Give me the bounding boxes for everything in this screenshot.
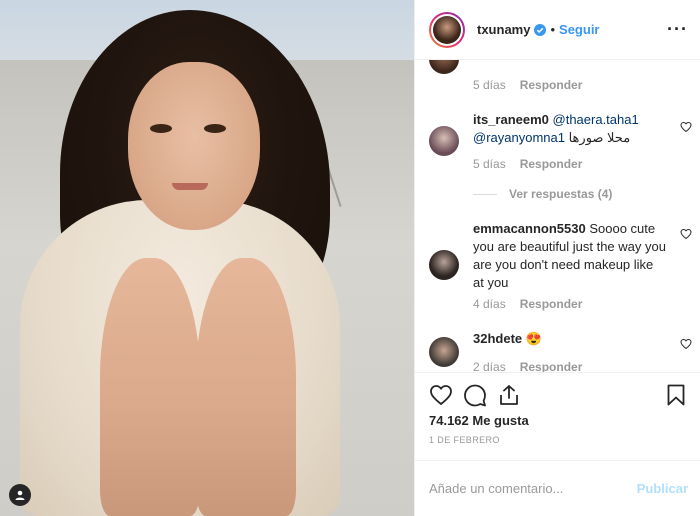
comment-username[interactable]: 32hdete <box>473 331 522 346</box>
author-username[interactable]: txunamy <box>477 22 530 37</box>
bookmark-icon[interactable] <box>664 383 688 407</box>
reply-button[interactable]: Responder <box>520 360 583 372</box>
comment-time: 4 días <box>473 297 506 311</box>
comment-like-heart-icon[interactable] <box>680 338 692 350</box>
header-separator: • <box>550 22 556 37</box>
comment-meta: 4 días Responder <box>473 297 582 311</box>
comment-body: 32hdete 😍 <box>473 330 667 348</box>
user-tag-icon[interactable] <box>9 484 31 506</box>
author-avatar[interactable] <box>429 11 465 48</box>
comment-icon[interactable] <box>463 383 487 407</box>
more-options-icon[interactable]: ··· <box>667 19 688 40</box>
comment-meta: 5 días Responder <box>473 157 582 171</box>
comment-avatar[interactable] <box>429 60 459 74</box>
comments-list[interactable]: 5 días Responder its_raneem0 @thaera.taha… <box>415 60 700 372</box>
reply-button[interactable]: Responder <box>520 157 583 171</box>
reply-button[interactable]: Responder <box>520 78 583 92</box>
photo-leg-left <box>100 258 200 516</box>
photo-eye-left <box>150 124 172 133</box>
comment-like-heart-icon[interactable] <box>680 228 692 240</box>
photo-leg-right <box>196 258 296 516</box>
replies-divider <box>473 193 497 195</box>
comment-username[interactable]: its_raneem0 <box>473 112 549 127</box>
photo-face <box>128 62 260 230</box>
post-side-panel: txunamy • Seguir ··· 5 días Responder its… <box>414 0 700 516</box>
post-header: txunamy • Seguir ··· <box>415 0 700 60</box>
comment-form: Publicar <box>415 460 700 516</box>
verified-badge-icon <box>534 23 547 36</box>
action-icons-row <box>429 383 688 407</box>
comment-time: 5 días <box>473 157 506 171</box>
comment-avatar[interactable] <box>429 337 459 367</box>
photo-mouth <box>172 183 208 190</box>
comment-avatar[interactable] <box>429 250 459 280</box>
comment-input[interactable] <box>429 481 637 496</box>
comment-mention[interactable]: @thaera.taha1 <box>553 112 639 127</box>
view-replies-button[interactable]: Ver respuestas (4) <box>473 187 612 201</box>
view-replies-label: Ver respuestas (4) <box>509 187 613 201</box>
comment-meta: 2 días Responder <box>473 360 582 372</box>
comment-time: 5 días <box>473 78 506 92</box>
comment-text: محلا صورها <box>568 130 631 145</box>
like-count[interactable]: 74.162 Me gusta <box>429 413 529 428</box>
comment-avatar[interactable] <box>429 126 459 156</box>
comment-meta: 5 días Responder <box>473 78 582 92</box>
post-photo[interactable] <box>0 0 414 516</box>
comment-time: 2 días <box>473 360 506 372</box>
comment-body: emmacannon5530 Soooo cute you are beauti… <box>473 220 667 292</box>
comment-like-heart-icon[interactable] <box>680 121 692 133</box>
heart-icon[interactable] <box>429 383 453 407</box>
share-icon[interactable] <box>497 383 521 407</box>
comment-emoji: 😍 <box>525 331 542 346</box>
post-actions: 74.162 Me gusta 1 DE FEBRERO <box>415 372 700 460</box>
photo-eye-right <box>204 124 226 133</box>
publish-button[interactable]: Publicar <box>637 481 688 496</box>
comment-username[interactable]: emmacannon5530 <box>473 221 586 236</box>
post-date: 1 DE FEBRERO <box>429 435 500 445</box>
comment-body: its_raneem0 @thaera.taha1 @rayanyomna1 م… <box>473 111 667 147</box>
comment-mention[interactable]: @rayanyomna1 <box>473 130 565 145</box>
reply-button[interactable]: Responder <box>520 297 583 311</box>
follow-button[interactable]: Seguir <box>559 22 599 37</box>
post-modal: txunamy • Seguir ··· 5 días Responder its… <box>0 0 700 516</box>
